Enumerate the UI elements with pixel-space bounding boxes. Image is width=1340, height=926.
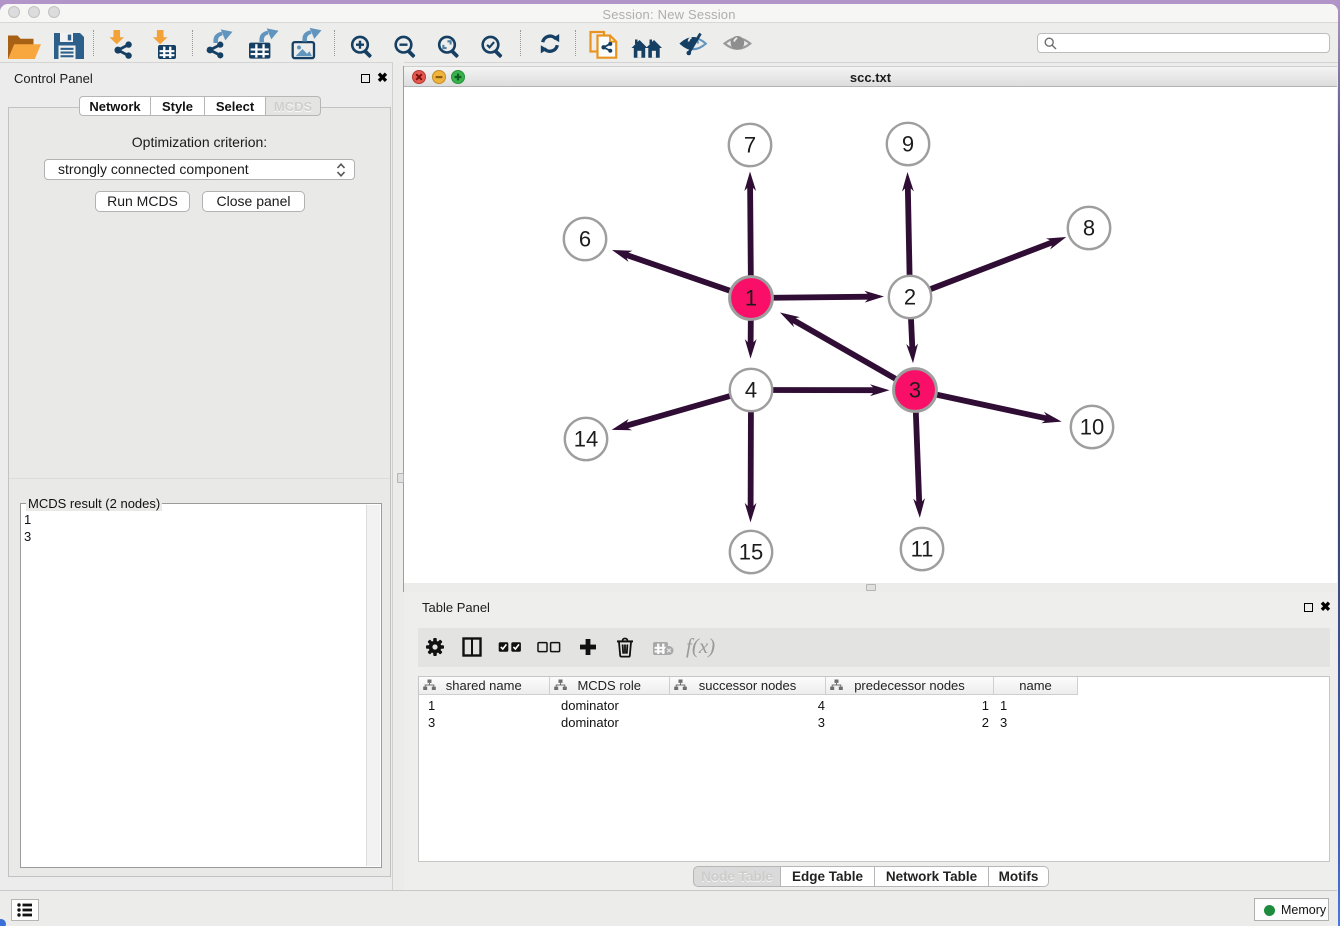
svg-text:11: 11 — [911, 537, 934, 562]
svg-text:8: 8 — [1083, 216, 1095, 241]
svg-text:15: 15 — [739, 540, 763, 565]
svg-text:10: 10 — [1080, 415, 1104, 440]
svg-text:6: 6 — [579, 227, 591, 252]
svg-text:2: 2 — [904, 285, 916, 310]
svg-text:9: 9 — [902, 132, 914, 157]
svg-text:4: 4 — [745, 378, 757, 403]
svg-text:14: 14 — [574, 427, 598, 452]
svg-text:1: 1 — [745, 286, 757, 311]
svg-text:3: 3 — [909, 378, 921, 403]
svg-text:7: 7 — [744, 133, 756, 158]
